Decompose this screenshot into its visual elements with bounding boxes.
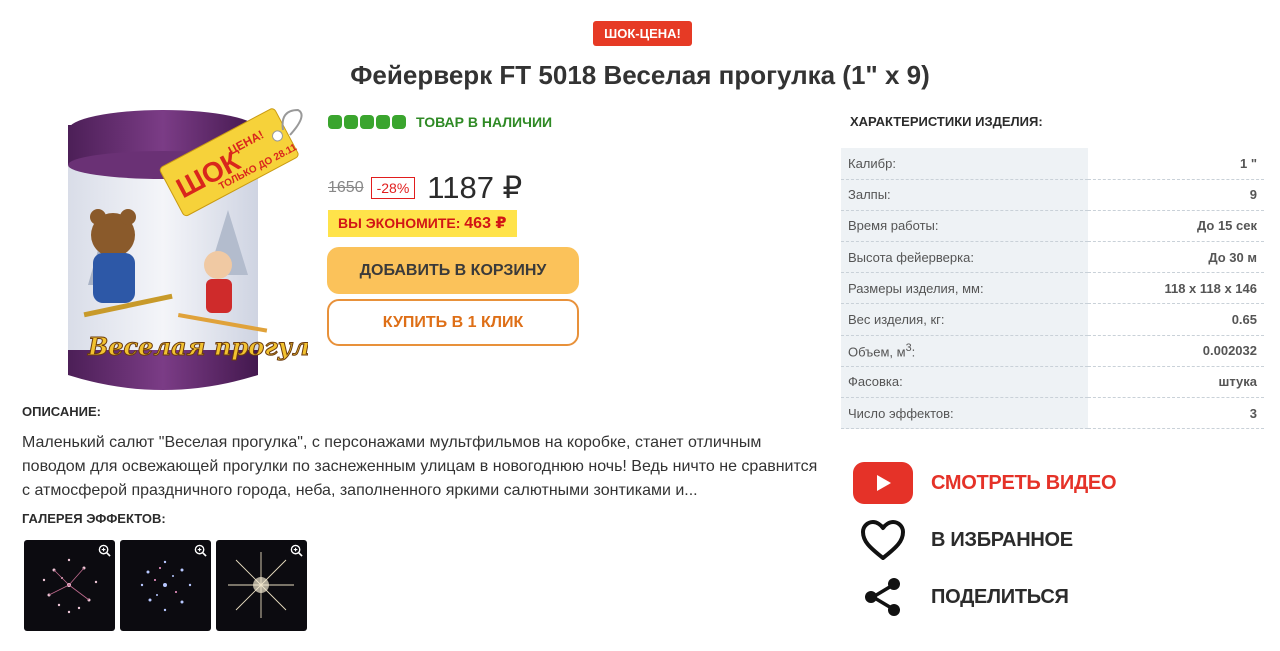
- share-icon: [853, 576, 913, 618]
- spec-value: 3: [1088, 397, 1264, 430]
- spec-row: Калибр: 1 ": [841, 148, 1264, 180]
- youtube-icon: [853, 462, 913, 504]
- add-to-cart-button[interactable]: ДОБАВИТЬ В КОРЗИНУ: [327, 247, 579, 294]
- spec-row: Высота фейерверка: До 30 м: [841, 241, 1264, 274]
- spec-key: Время работы:: [841, 210, 1088, 243]
- spec-key: Вес изделия, кг:: [841, 303, 1088, 336]
- spec-value: 1 ": [1088, 148, 1264, 180]
- stock-dots: [328, 115, 406, 129]
- gallery-heading: ГАЛЕРЕЯ ЭФФЕКТОВ:: [22, 511, 166, 526]
- stock-status: ТОВАР В НАЛИЧИИ: [328, 113, 552, 131]
- spec-value: 0.65: [1088, 303, 1264, 336]
- savings-amount: 463 ₽: [464, 215, 507, 232]
- spec-row: Размеры изделия, мм: 118 х 118 х 146: [841, 272, 1264, 305]
- spec-value: 0.002032: [1088, 335, 1264, 367]
- gallery-thumb[interactable]: [120, 540, 211, 631]
- stock-dot: [376, 115, 390, 129]
- spec-value: До 15 сек: [1088, 210, 1264, 243]
- spec-value: 118 х 118 х 146: [1088, 272, 1264, 305]
- gallery-thumb[interactable]: [24, 540, 115, 631]
- product-image-label: Веселая прогулка: [87, 332, 308, 361]
- spec-key-text: Объем, м: [848, 344, 906, 360]
- watch-video-button[interactable]: СМОТРЕТЬ ВИДЕО: [853, 462, 1117, 504]
- stock-dot: [344, 115, 358, 129]
- spec-row: Число эффектов: 3: [841, 397, 1264, 430]
- spec-value: 9: [1088, 179, 1264, 211]
- spec-key: Число эффектов:: [841, 397, 1088, 430]
- share-button[interactable]: ПОДЕЛИТЬСЯ: [853, 576, 1069, 618]
- buy-one-click-button[interactable]: КУПИТЬ В 1 КЛИК: [327, 299, 579, 346]
- description-text: Маленький салют "Веселая прогулка", с пе…: [22, 434, 818, 499]
- spec-key: Высота фейерверка:: [841, 241, 1088, 274]
- spec-row: Фасовка: штука: [841, 366, 1264, 399]
- stock-dot: [360, 115, 374, 129]
- spec-row: Залпы: 9: [841, 179, 1264, 211]
- favorites-label: В ИЗБРАННОЕ: [931, 528, 1073, 551]
- savings-label: ВЫ ЭКОНОМИТЕ:: [338, 215, 461, 231]
- stock-dot: [328, 115, 342, 129]
- spec-row: Объем, м3: 0.002032: [841, 335, 1264, 367]
- heart-icon: [853, 519, 913, 561]
- zoom-icon[interactable]: [194, 544, 207, 557]
- zoom-icon[interactable]: [98, 544, 111, 557]
- product-title: Фейерверк FT 5018 Веселая прогулка (1" х…: [350, 60, 930, 90]
- shock-price-badge: ШОК-ЦЕНА!: [593, 21, 692, 46]
- zoom-icon[interactable]: [290, 544, 303, 557]
- spec-key: Залпы:: [841, 179, 1088, 211]
- spec-key: Калибр:: [841, 148, 1088, 180]
- gallery-thumb[interactable]: [216, 540, 307, 631]
- description-heading: ОПИСАНИЕ:: [22, 404, 101, 419]
- spec-value: До 30 м: [1088, 241, 1264, 274]
- spec-key: Объем, м3:: [841, 335, 1088, 367]
- specs-heading: ХАРАКТЕРИСТИКИ ИЗДЕЛИЯ:: [850, 114, 1043, 129]
- discount-badge: -28%: [370, 177, 416, 199]
- price-row: 1650 -28% 1187 ₽: [328, 170, 522, 206]
- savings-banner: ВЫ ЭКОНОМИТЕ: 463 ₽: [328, 210, 517, 237]
- spec-key-tail: :: [911, 344, 916, 360]
- specs-table: Калибр: 1 " Залпы: 9 Время работы: До 15 се…: [841, 148, 1264, 430]
- current-price: 1187 ₽: [427, 170, 523, 205]
- old-price: 1650: [328, 179, 364, 196]
- product-image[interactable]: Веселая прогулка ШОК ЦЕНА! ТОЛЬКО ДО 28.…: [58, 105, 342, 395]
- spec-row: Вес изделия, кг: 0.65: [841, 303, 1264, 336]
- stock-dot: [392, 115, 406, 129]
- share-label: ПОДЕЛИТЬСЯ: [931, 585, 1069, 608]
- stock-label: ТОВАР В НАЛИЧИИ: [416, 114, 553, 130]
- spec-row: Время работы: До 15 сек: [841, 210, 1264, 243]
- spec-value: штука: [1088, 366, 1264, 399]
- spec-key: Фасовка:: [841, 366, 1088, 399]
- add-to-favorites-button[interactable]: В ИЗБРАННОЕ: [853, 519, 1073, 561]
- spec-key: Размеры изделия, мм:: [841, 272, 1088, 305]
- effects-gallery: [24, 540, 307, 631]
- watch-video-label: СМОТРЕТЬ ВИДЕО: [931, 471, 1117, 494]
